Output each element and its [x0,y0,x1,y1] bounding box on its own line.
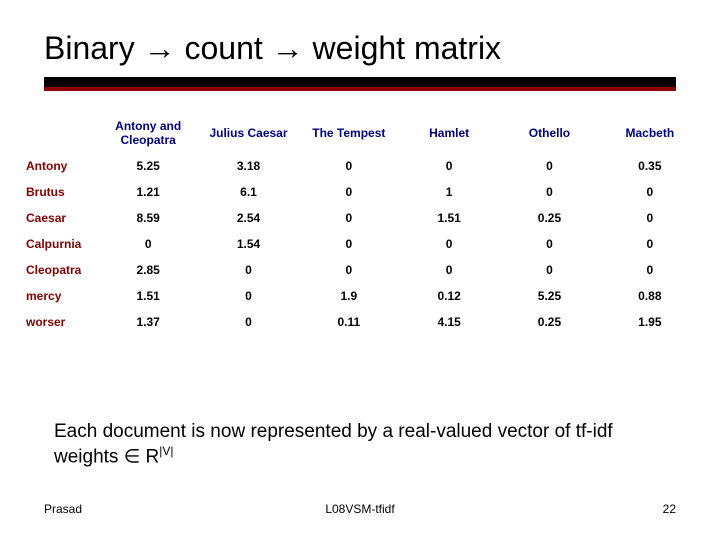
cell: 2.85 [98,257,198,283]
slide: Binary → count → weight matrix Antony an… [0,0,720,540]
page-title: Binary → count → weight matrix [0,0,720,73]
cell: 0 [499,257,599,283]
cell: 0.25 [499,205,599,231]
table-row: Calpurnia 0 1.54 0 0 0 0 [20,231,700,257]
row-header: Cleopatra [20,257,98,283]
cell: 1.51 [98,283,198,309]
caption-text: Each document is now represented by a re… [54,421,613,467]
cell: 4.15 [399,309,499,335]
row-header: worser [20,309,98,335]
cell: 0 [299,205,399,231]
column-header: Julius Caesar [198,113,298,153]
cell: 0.25 [499,309,599,335]
cell: 1.37 [98,309,198,335]
cell: 0 [299,179,399,205]
cell: 0 [299,231,399,257]
row-header: Calpurnia [20,231,98,257]
cell: 0 [499,231,599,257]
row-header: mercy [20,283,98,309]
cell: 0 [499,179,599,205]
cell: 0 [600,205,700,231]
weight-matrix-table: Antony and Cleopatra Julius Caesar The T… [20,113,700,335]
cell: 0 [499,153,599,179]
cell: 0 [299,257,399,283]
cell: 0 [98,231,198,257]
cell: 2.54 [198,205,298,231]
row-header: Caesar [20,205,98,231]
column-header: Macbeth [600,113,700,153]
cell: 1.54 [198,231,298,257]
cell: 0 [600,179,700,205]
column-header: Othello [499,113,599,153]
cell: 0 [299,153,399,179]
weight-matrix: Antony and Cleopatra Julius Caesar The T… [20,113,700,335]
title-rule-red [44,87,676,91]
cell: 5.25 [98,153,198,179]
cell: 0 [198,309,298,335]
cell: 1.51 [399,205,499,231]
table-row: Caesar 8.59 2.54 0 1.51 0.25 0 [20,205,700,231]
cell: 1.9 [299,283,399,309]
row-header: Brutus [20,179,98,205]
table-header-row: Antony and Cleopatra Julius Caesar The T… [20,113,700,153]
cell: 0 [198,257,298,283]
cell: 8.59 [98,205,198,231]
cell: 0 [399,231,499,257]
cell: 5.25 [499,283,599,309]
cell: 3.18 [198,153,298,179]
cell: 0.88 [600,283,700,309]
table-row: mercy 1.51 0 1.9 0.12 5.25 0.88 [20,283,700,309]
footer-page: 22 [663,502,676,516]
cell: 0 [600,231,700,257]
row-header: Antony [20,153,98,179]
cell: 6.1 [198,179,298,205]
table-row: Brutus 1.21 6.1 0 1 0 0 [20,179,700,205]
caption-sup: |V| [159,444,173,458]
cell: 1.21 [98,179,198,205]
cell: 0 [399,153,499,179]
table-corner [20,113,98,153]
column-header: Hamlet [399,113,499,153]
footer-title: L08VSM-tfidf [0,502,720,516]
column-header: Antony and Cleopatra [98,113,198,153]
title-rule-dark [44,77,676,87]
cell: 0.11 [299,309,399,335]
cell: 0.12 [399,283,499,309]
table-row: Cleopatra 2.85 0 0 0 0 0 [20,257,700,283]
table-row: worser 1.37 0 0.11 4.15 0.25 1.95 [20,309,700,335]
cell: 0.35 [600,153,700,179]
column-header: The Tempest [299,113,399,153]
cell: 0 [399,257,499,283]
cell: 0 [600,257,700,283]
table-row: Antony 5.25 3.18 0 0 0 0.35 [20,153,700,179]
caption: Each document is now represented by a re… [54,420,680,469]
cell: 0 [198,283,298,309]
cell: 1 [399,179,499,205]
slide-footer: Prasad L08VSM-tfidf 22 [0,502,720,522]
cell: 1.95 [600,309,700,335]
